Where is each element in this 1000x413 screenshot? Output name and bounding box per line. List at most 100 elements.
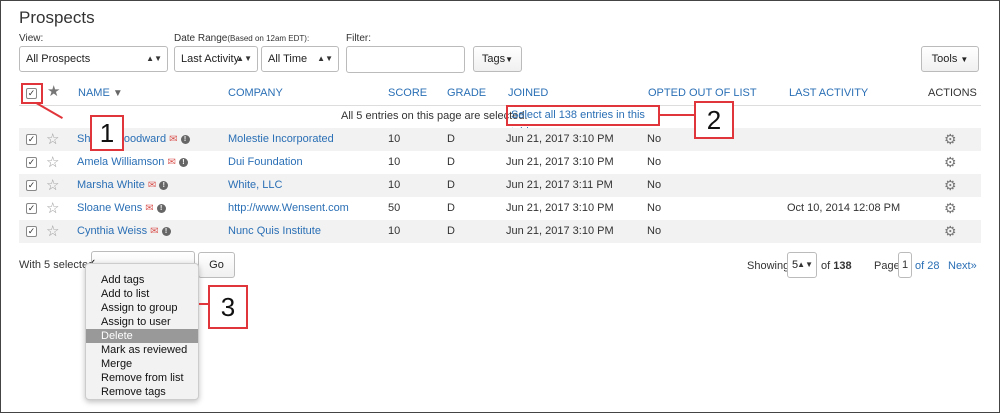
tools-button[interactable]: Tools ▼ [921,46,979,72]
tags-button-label: Tags [481,53,506,65]
joined-cell: Jun 21, 2017 3:10 PM [506,225,614,237]
prospect-name[interactable]: Marsha White ✉! [77,174,169,197]
go-button[interactable]: Go [198,252,235,278]
menu-item-assign-to-group[interactable]: Assign to group [86,301,198,315]
tags-button[interactable]: Tags▼ [473,46,522,72]
joined-cell: Jun 21, 2017 3:11 PM [506,179,613,191]
gear-icon[interactable]: ⚙ [944,151,957,174]
company-link[interactable]: White, LLC [228,174,282,197]
opted-out-cell: No [647,156,662,168]
menu-item-add-tags[interactable]: Add tags [86,273,198,287]
header-last-activity[interactable]: LAST ACTIVITY [789,87,868,99]
page-input[interactable]: 1 [898,252,912,278]
filter-input[interactable] [346,46,465,73]
last-activity-cell: Oct 10, 2014 12:08 PM [787,202,901,214]
header-actions: ACTIONS [928,87,977,99]
star-icon[interactable]: ☆ [46,220,59,243]
info-icon[interactable]: ! [161,226,171,236]
header-name[interactable]: NAME ▼ [78,87,123,99]
gear-icon[interactable]: ⚙ [944,220,957,243]
opted-out-cell: No [647,179,662,191]
prospect-name-text: Cynthia Weiss [77,225,148,237]
opted-out-cell: No [647,133,662,145]
of-total: of 138 [821,260,852,272]
star-header-icon[interactable]: ★ [47,80,60,103]
score-cell: 10 [388,133,401,145]
menu-item-merge[interactable]: Merge [86,357,198,371]
gear-icon[interactable]: ⚙ [944,197,957,220]
header-company[interactable]: COMPANY [228,87,283,99]
info-icon[interactable]: ! [159,180,169,190]
opted-out-cell: No [647,225,662,237]
date-period-value: All Time [268,53,308,65]
view-select[interactable]: All Prospects ▲▼ [19,46,168,72]
header-opted-out[interactable]: OPTED OUT OF LIST [648,87,757,99]
grade-cell: D [447,179,455,191]
score-cell: 10 [388,225,401,237]
prospect-name[interactable]: Amela Williamson ✉! [77,151,188,174]
next-page-link[interactable]: Next» [948,260,977,272]
row-checkbox[interactable]: ✓ [26,157,37,168]
page-label: Page [874,260,900,272]
menu-item-mark-as-reviewed[interactable]: Mark as reviewed [86,343,198,357]
date-field-select[interactable]: Last Activity ▲▼ [174,46,258,72]
showing-label: Showing [747,260,790,272]
info-icon[interactable]: ! [180,134,190,144]
of-pages: of 28 [915,260,939,272]
gear-icon[interactable]: ⚙ [944,174,957,197]
row-checkbox[interactable]: ✓ [26,134,37,145]
date-period-select[interactable]: All Time ▲▼ [261,46,339,72]
row-checkbox[interactable]: ✓ [26,180,37,191]
grade-cell: D [447,202,455,214]
prospect-name-text: Sloane Wens [77,202,143,214]
header-grade[interactable]: GRADE [447,87,486,99]
selection-notice: All 5 entries on this page are selected. [341,110,528,122]
prospect-name-text: Amela Williamson [77,156,165,168]
gear-icon[interactable]: ⚙ [944,128,957,151]
menu-item-add-to-list[interactable]: Add to list [86,287,198,301]
score-cell: 10 [388,156,401,168]
menu-item-delete[interactable]: Delete [86,329,198,343]
prospect-name[interactable]: Cynthia Weiss ✉! [77,220,171,243]
caret-down-icon: ▼ [960,55,969,64]
select-all-entries-link[interactable]: Select all 138 entries in this table [506,105,660,138]
header-joined[interactable]: JOINED [508,87,548,99]
star-icon[interactable]: ☆ [46,128,59,151]
star-icon[interactable]: ☆ [46,197,59,220]
info-icon[interactable]: ! [178,157,188,167]
row-checkbox[interactable]: ✓ [26,203,37,214]
row-checkbox[interactable]: ✓ [26,226,37,237]
callout-2-pointer [660,114,695,116]
filter-label: Filter: [346,33,371,44]
star-icon[interactable]: ☆ [46,174,59,197]
star-icon[interactable]: ☆ [46,151,59,174]
select-arrows-icon: ▲▼ [317,54,333,63]
per-page-select[interactable]: 5 ▲▼ [787,252,817,278]
of-total-prefix: of [821,260,831,272]
app-frame: Prospects View: Date Range(Based on 12am… [0,0,1000,413]
menu-item-remove-tags[interactable]: Remove tags [86,385,198,399]
score-cell: 10 [388,179,401,191]
header-score[interactable]: SCORE [388,87,427,99]
date-field-value: Last Activity [181,53,240,65]
callout-3: 3 [208,285,248,329]
company-link[interactable]: Dui Foundation [228,151,303,174]
prospect-name[interactable]: Sloane Wens ✉! [77,197,166,220]
company-link[interactable]: http://www.Wensent.com [228,197,349,220]
sort-icon: ▼ [112,88,123,99]
joined-cell: Jun 21, 2017 3:10 PM [506,202,614,214]
menu-item-remove-from-list[interactable]: Remove from list [86,371,198,385]
table-row: ✓ ☆ Shelby Woodward ✉! Molestie Incorpor… [19,128,981,151]
view-label: View: [19,33,44,44]
page-title: Prospects [19,8,95,27]
tools-button-label: Tools [931,53,958,65]
opted-out-cell: No [647,202,662,214]
info-icon[interactable]: ! [156,203,166,213]
company-link[interactable]: Molestie Incorporated [228,128,334,151]
date-range-label: Date Range(Based on 12am EDT): [174,33,309,44]
grade-cell: D [447,225,455,237]
company-link[interactable]: Nunc Quis Institute [228,220,321,243]
mail-icon: ✉ [145,203,154,214]
with-selected-label: With 5 selected [19,259,95,271]
menu-item-assign-to-user[interactable]: Assign to user [86,315,198,329]
